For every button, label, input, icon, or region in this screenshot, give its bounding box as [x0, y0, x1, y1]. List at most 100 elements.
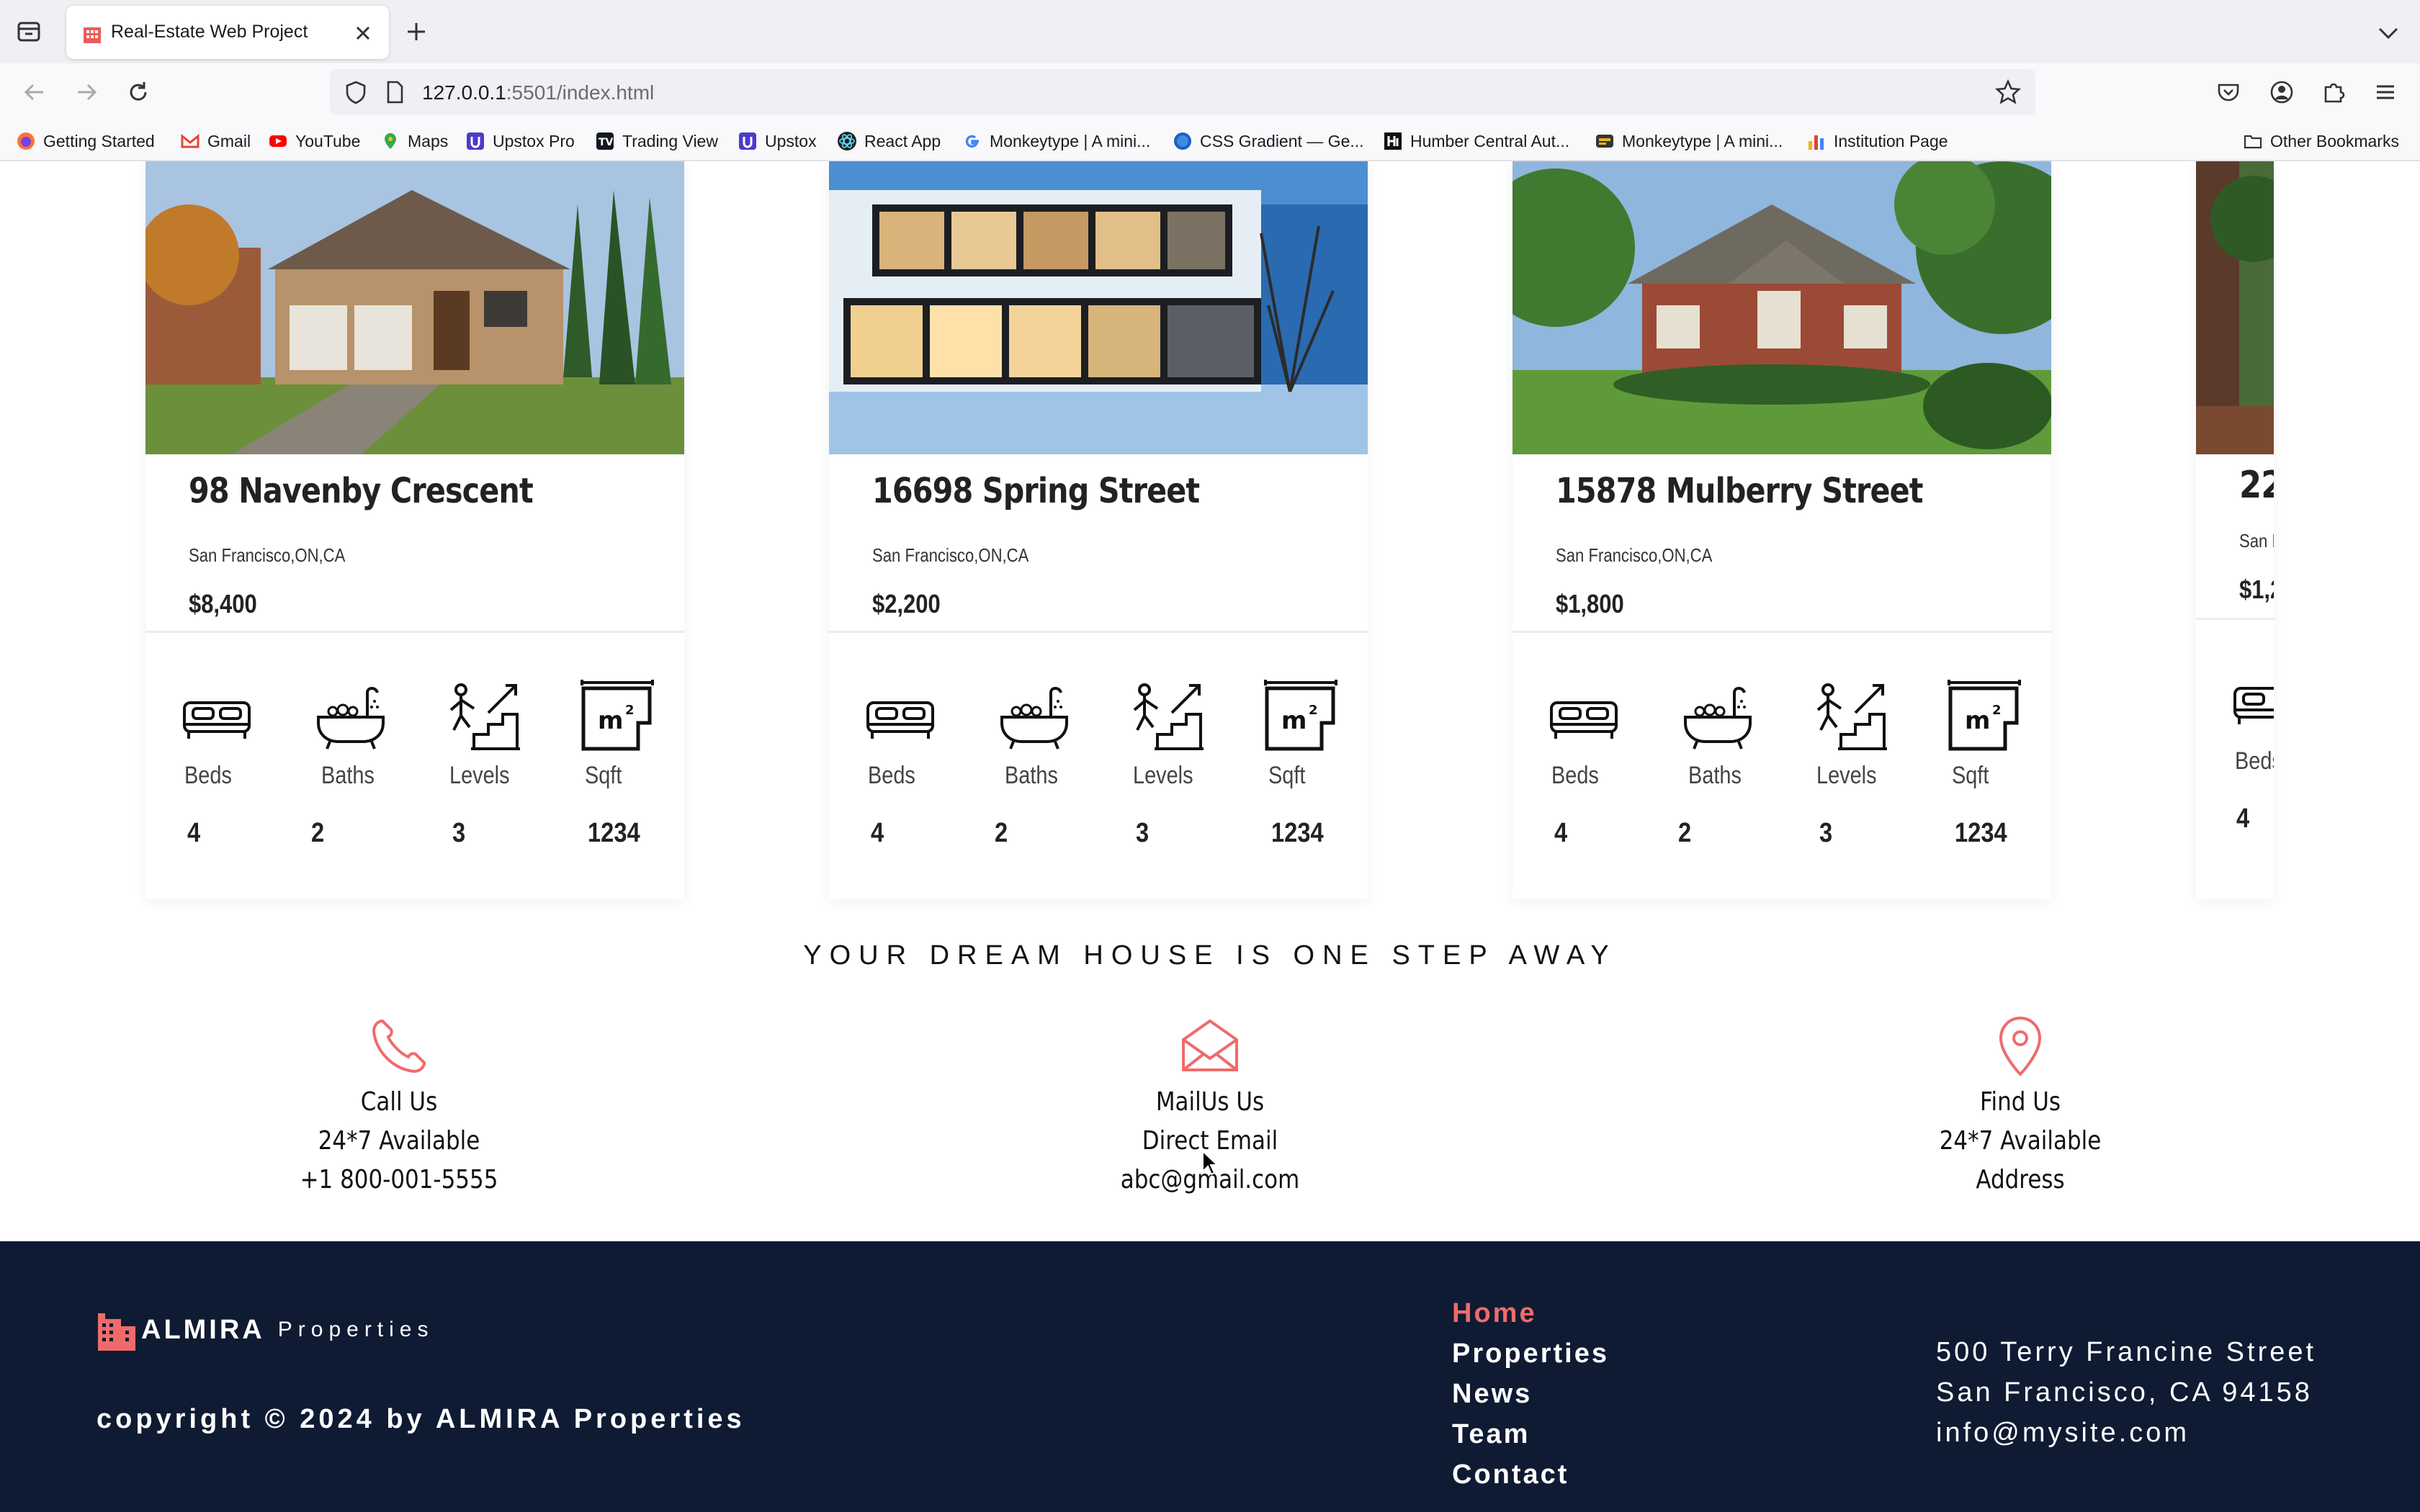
bookmark-gmail[interactable]: Gmail	[180, 128, 251, 154]
active-tab[interactable]: Real-Estate Web Project	[66, 6, 389, 59]
bookmark-institution-page[interactable]: Institution Page	[1806, 128, 1948, 154]
bookmark-star-icon[interactable]	[1994, 78, 2022, 107]
contact-call[interactable]: Call Us 24*7 Available +1 800-001-5555	[226, 1014, 572, 1200]
globe-icon	[1174, 132, 1191, 150]
listing-address[interactable]: 22	[2239, 464, 2274, 507]
contact-line: 24*7 Available	[318, 1126, 480, 1156]
hamburger-menu-icon	[2377, 85, 2394, 99]
other-bookmarks[interactable]: Other Bookmarks	[2243, 128, 2399, 154]
contact-find[interactable]: Find Us 24*7 Available Address	[1847, 1014, 2193, 1200]
feature-label: Baths	[1688, 762, 1742, 789]
page-info-icon[interactable]	[382, 79, 408, 105]
building-logo-icon	[98, 1313, 135, 1351]
chevron-down-icon[interactable]	[2374, 19, 2403, 48]
feature-label: Levels	[1133, 762, 1193, 789]
building-favicon-icon	[84, 27, 101, 43]
react-icon	[838, 132, 856, 150]
bookmark-label: YouTube	[295, 131, 361, 150]
back-button[interactable]	[19, 76, 50, 108]
bookmark-maps[interactable]: Maps	[380, 128, 448, 154]
feature-sqft: m2 Sqft 1234	[1945, 677, 2045, 848]
stairs-levels-icon	[1133, 683, 1204, 750]
listing-card[interactable]: 98 Navenby Crescent San Francisco,ON,CA …	[145, 161, 684, 899]
pocket-button[interactable]	[2213, 76, 2244, 108]
listing-city: San Francisco,ON,CA	[872, 544, 1029, 566]
bed-icon	[866, 701, 934, 739]
page-viewport: 98 Navenby Crescent San Francisco,ON,CA …	[0, 161, 2420, 1512]
other-bookmarks-label: Other Bookmarks	[2270, 131, 2399, 150]
feature-levels: Levels 3	[1129, 677, 1229, 848]
listing-card-partial[interactable]: 22 San F $1,2 Beds 4	[2196, 161, 2274, 899]
bookmark-getting-started[interactable]: Getting Started	[16, 128, 155, 154]
firefox-icon	[17, 132, 35, 150]
listing-card[interactable]: 16698 Spring Street San Francisco,ON,CA …	[829, 161, 1368, 899]
feature-value: 3	[452, 818, 466, 848]
listing-city: San Francisco,ON,CA	[1556, 544, 1713, 566]
url-host: 127.0.0.1	[422, 81, 506, 104]
new-tab-icon[interactable]	[402, 17, 431, 46]
listing-card[interactable]: 15878 Mulberry Street San Francisco,ON,C…	[1512, 161, 2051, 899]
bookmark-monkeytype-2[interactable]: Monkeytype | A mini...	[1595, 128, 1783, 154]
feature-beds: Beds 4	[1544, 677, 1645, 848]
mouse-cursor-icon	[1202, 1150, 1219, 1176]
humber-icon	[1384, 132, 1402, 150]
feature-value: 4	[1554, 818, 1568, 848]
bookmark-label: Monkeytype | A mini...	[990, 131, 1151, 150]
shield-icon[interactable]	[343, 79, 369, 105]
bookmark-label: Upstox	[765, 131, 817, 150]
contact-detail[interactable]: Address	[1872, 1161, 2169, 1200]
bookmark-trading-view[interactable]: TV Trading View	[595, 128, 718, 154]
feature-baths: Baths 2	[311, 677, 412, 848]
forward-button[interactable]	[71, 76, 102, 108]
listing-address[interactable]: 16698 Spring Street	[872, 471, 1200, 511]
arrow-right-icon	[78, 84, 97, 101]
footer-link-properties[interactable]: Properties	[1452, 1333, 1609, 1374]
account-button[interactable]	[2266, 76, 2298, 108]
close-tab-icon[interactable]	[349, 19, 377, 48]
reload-button[interactable]	[122, 76, 154, 108]
sidebar-tabs-icon[interactable]	[14, 17, 43, 46]
bed-icon	[2233, 687, 2274, 724]
bookmark-monkeytype-1[interactable]: Monkeytype | A mini...	[962, 128, 1150, 154]
account-icon	[2270, 81, 2293, 104]
bookmark-label: CSS Gradient — Ge...	[1200, 131, 1364, 150]
bookmark-label: Gmail	[207, 131, 251, 150]
svg-text:m: m	[1965, 706, 1990, 735]
extensions-button[interactable]	[2318, 76, 2349, 108]
contact-detail[interactable]: +1 800-001-5555	[251, 1161, 548, 1200]
bookmark-upstox[interactable]: Upstox	[738, 128, 817, 154]
footer-link-home[interactable]: Home	[1452, 1293, 1609, 1333]
bookmark-humber[interactable]: Humber Central Aut...	[1383, 128, 1569, 154]
listing-address[interactable]: 98 Navenby Crescent	[189, 471, 534, 511]
listing-price: $1,2	[2239, 575, 2274, 604]
house-photo	[1512, 161, 2051, 454]
contact-line: 24*7 Available	[1939, 1126, 2102, 1156]
bookmark-upstox-pro[interactable]: Upstox Pro	[465, 128, 575, 154]
feature-value: 2	[1678, 818, 1692, 848]
listing-address[interactable]: 15878 Mulberry Street	[1556, 471, 1923, 511]
menu-button[interactable]	[2370, 76, 2401, 108]
feature-value: 4	[2236, 804, 2250, 834]
listing-price: $2,200	[872, 589, 941, 618]
location-pin-icon	[1999, 1016, 2042, 1076]
bookmark-label: Upstox Pro	[493, 131, 575, 150]
bookmark-css-gradient[interactable]: CSS Gradient — Ge...	[1173, 128, 1364, 154]
address-email[interactable]: info@mysite.com	[1936, 1413, 2316, 1453]
contact-title: Call Us	[360, 1087, 438, 1117]
brand-name: ALMIRA	[141, 1314, 265, 1345]
footer-logo[interactable]: ALMIRA Properties	[97, 1309, 434, 1351]
feature-value: 3	[1819, 818, 1833, 848]
feature-value: 1234	[1955, 818, 2007, 848]
phone-icon	[372, 1019, 426, 1074]
feature-label: Baths	[1005, 762, 1058, 789]
footer-link-news[interactable]: News	[1452, 1374, 1609, 1414]
footer-link-contact[interactable]: Contact	[1452, 1454, 1609, 1495]
url-bar[interactable]: 127.0.0.1:5501/index.html	[330, 69, 2035, 115]
feature-value: 3	[1136, 818, 1150, 848]
bookmark-youtube[interactable]: YouTube	[268, 128, 360, 154]
bookmark-react-app[interactable]: React App	[837, 128, 941, 154]
footer-link-team[interactable]: Team	[1452, 1414, 1609, 1454]
bed-icon	[1550, 701, 1618, 739]
listing-city: San F	[2239, 530, 2274, 552]
feature-value: 4	[871, 818, 884, 848]
